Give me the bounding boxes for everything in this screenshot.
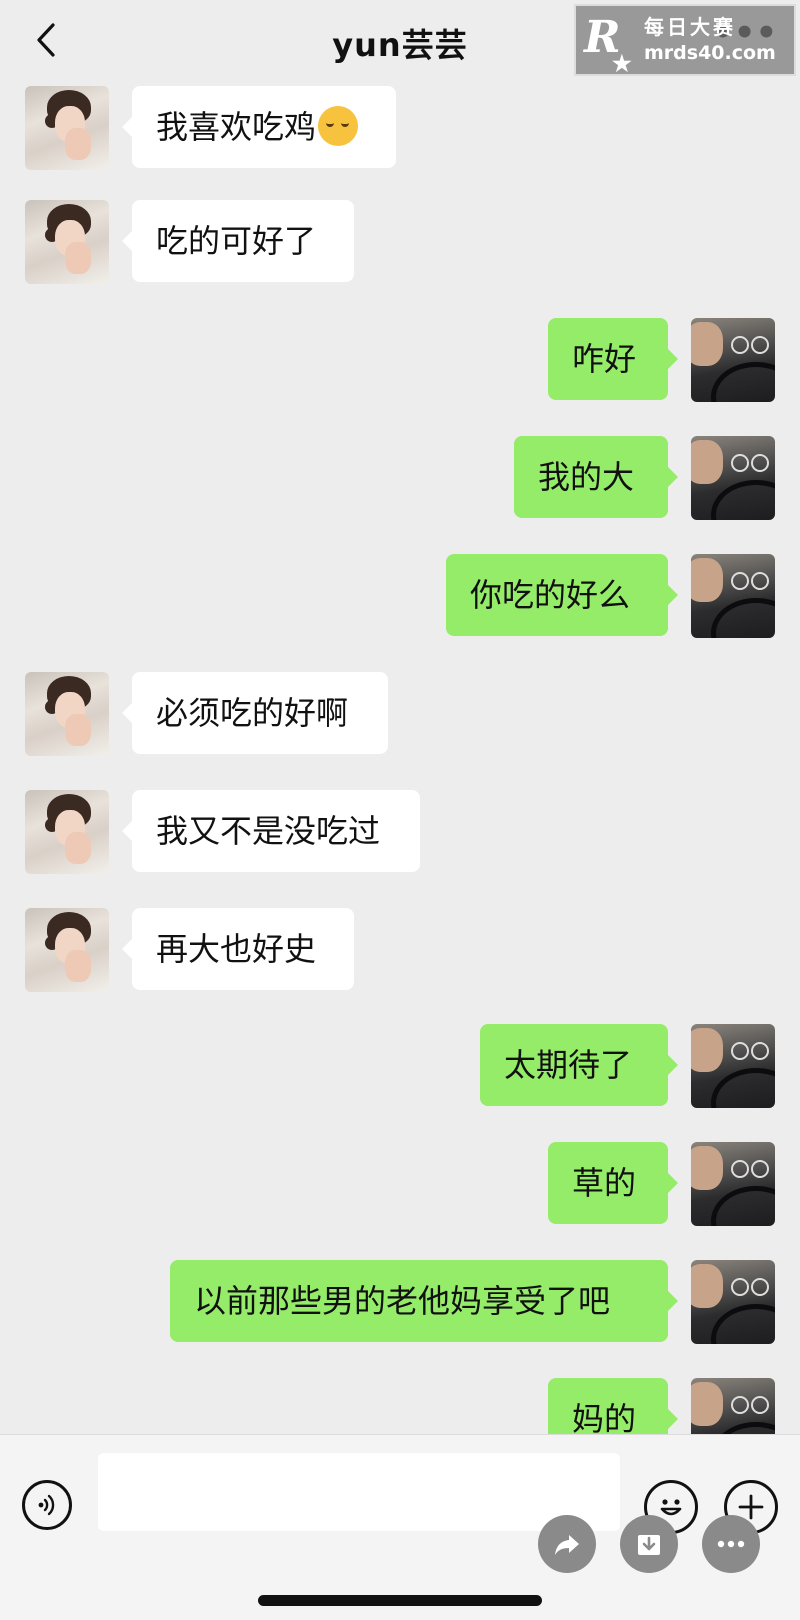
- message-text: 妈的: [572, 1400, 637, 1434]
- message-row: 以前那些男的老他妈享受了吧: [0, 1260, 800, 1344]
- input-bar: [0, 1434, 800, 1620]
- watermark-text: 每日大赛: [644, 15, 736, 39]
- watermark-logo: R ★: [584, 12, 632, 77]
- more-actions-button[interactable]: [702, 1515, 760, 1573]
- message-list[interactable]: 我喜欢吃鸡 吃的可好了 咋好 我的大 你吃的好么 必须吃的好啊 我又不是没吃过 …: [0, 84, 800, 1434]
- user-avatar[interactable]: [691, 554, 775, 638]
- contact-avatar[interactable]: [25, 672, 109, 756]
- message-text: 我的大: [538, 458, 635, 496]
- message-text: 再大也好史: [156, 930, 317, 968]
- voice-button[interactable]: [22, 1480, 72, 1530]
- message-text: 你吃的好么: [470, 576, 631, 614]
- message-bubble[interactable]: 草的: [548, 1142, 678, 1224]
- message-text: 我喜欢吃鸡: [156, 108, 317, 146]
- message-input[interactable]: [98, 1453, 620, 1531]
- message-bubble[interactable]: 以前那些男的老他妈享受了吧: [170, 1260, 678, 1342]
- user-avatar[interactable]: [691, 1378, 775, 1434]
- message-bubble[interactable]: 我又不是没吃过: [122, 790, 420, 872]
- message-row: 必须吃的好啊: [0, 672, 800, 756]
- message-row: 吃的可好了: [0, 200, 800, 284]
- message-row: 妈的: [0, 1378, 800, 1434]
- user-avatar[interactable]: [691, 1142, 775, 1226]
- contact-avatar[interactable]: [25, 790, 109, 874]
- message-text: 草的: [572, 1164, 637, 1202]
- message-bubble[interactable]: 太期待了: [480, 1024, 678, 1106]
- home-indicator[interactable]: [258, 1595, 542, 1606]
- message-row: 再大也好史: [0, 908, 800, 992]
- smiling-face-emoji-icon: [318, 106, 359, 146]
- message-bubble[interactable]: 妈的: [548, 1378, 678, 1434]
- message-bubble[interactable]: 我喜欢吃鸡: [122, 86, 396, 168]
- message-row: 太期待了: [0, 1024, 800, 1108]
- user-avatar[interactable]: [691, 436, 775, 520]
- download-icon: [638, 1535, 660, 1555]
- message-text: 咋好: [572, 340, 637, 378]
- message-row: 我喜欢吃鸡: [0, 86, 800, 170]
- message-row: 你吃的好么: [0, 554, 800, 638]
- message-bubble[interactable]: 必须吃的好啊: [122, 672, 388, 754]
- watermark: R ★ 每日大赛 mrds40.com: [574, 4, 796, 77]
- message-row: 我又不是没吃过: [0, 790, 800, 874]
- share-button[interactable]: [538, 1515, 596, 1573]
- message-text: 我又不是没吃过: [156, 812, 381, 850]
- message-text: 以前那些男的老他妈享受了吧: [194, 1282, 611, 1320]
- contact-avatar[interactable]: [25, 200, 109, 284]
- user-avatar[interactable]: [691, 1024, 775, 1108]
- message-bubble[interactable]: 再大也好史: [122, 908, 354, 990]
- message-bubble[interactable]: 吃的可好了: [122, 200, 354, 282]
- message-bubble[interactable]: 你吃的好么: [446, 554, 678, 636]
- message-row: 咋好: [0, 318, 800, 402]
- message-text: 太期待了: [504, 1046, 633, 1084]
- share-icon: [555, 1535, 579, 1555]
- contact-avatar[interactable]: [25, 908, 109, 992]
- user-avatar[interactable]: [691, 318, 775, 402]
- watermark-url: mrds40.com: [644, 42, 776, 64]
- message-row: 草的: [0, 1142, 800, 1226]
- message-bubble[interactable]: 我的大: [514, 436, 678, 518]
- message-text: 吃的可好了: [156, 222, 317, 260]
- more-icon: [717, 1540, 745, 1548]
- download-button[interactable]: [620, 1515, 678, 1573]
- user-avatar[interactable]: [691, 1260, 775, 1344]
- message-row: 我的大: [0, 436, 800, 520]
- message-bubble[interactable]: 咋好: [548, 318, 678, 400]
- voice-icon: [38, 1494, 55, 1516]
- contact-avatar[interactable]: [25, 86, 109, 170]
- message-text: 必须吃的好啊: [156, 694, 349, 732]
